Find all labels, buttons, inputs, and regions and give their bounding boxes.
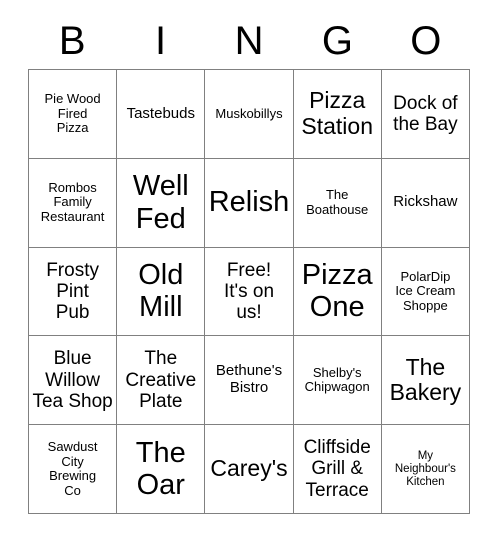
bingo-cell-label: Bethune's Bistro [215,362,283,397]
bingo-cell-n4[interactable]: Bethune's Bistro [205,336,294,426]
bingo-cell-label: Cliffside Grill & Terrace [303,437,371,501]
bingo-header-letter-i: I [155,18,167,63]
bingo-cell-label: Frosty Pint Pub [46,259,99,324]
bingo-cell-label: PolarDip Ice Cream Shoppe [395,268,456,313]
bingo-cell-label: Relish [208,186,290,219]
bingo-cell-label: Rombos Family Restaurant [40,179,105,224]
bingo-cell-o2[interactable]: Rickshaw [381,158,470,248]
bingo-cell-label: The Creative Plate [125,348,197,412]
bingo-cell-g4[interactable]: Shelby's Chipwagon [293,336,382,426]
bingo-cell-label: The Oar [135,436,186,502]
bingo-header-row: B I N G O [28,12,470,69]
bingo-header-letter-o: O [410,18,442,63]
bingo-cell-g1[interactable]: Pizza Station [293,70,382,159]
bingo-cell-o4[interactable]: The Bakery [381,336,470,426]
bingo-cell-label: Tastebuds [126,104,195,122]
bingo-cell-i2[interactable]: Well Fed [117,158,206,248]
bingo-cell-label: Carey's [210,455,288,482]
bingo-cell-n1[interactable]: Muskobillys [205,70,294,159]
bingo-cell-label: Well Fed [132,170,189,235]
bingo-cell-label: Free! It's on us! [223,259,275,324]
bingo-cell-o1[interactable]: Dock of the Bay [381,70,470,159]
bingo-cell-b1[interactable]: Pie Wood Fired Pizza [29,70,118,159]
bingo-cell-g2[interactable]: The Boathouse [293,158,382,248]
bingo-cell-i5[interactable]: The Oar [117,425,206,514]
bingo-cell-i1[interactable]: Tastebuds [117,70,206,159]
bingo-cell-o5[interactable]: My Neighbour's Kitchen [381,425,470,514]
bingo-cell-free-space[interactable]: Free! It's on us! [205,247,294,337]
bingo-cell-n5[interactable]: Carey's [205,425,294,514]
bingo-cell-i4[interactable]: The Creative Plate [117,336,206,426]
bingo-cell-b4[interactable]: Blue Willow Tea Shop [29,336,118,426]
bingo-header-letter-n: N [234,18,264,63]
bingo-cell-o3[interactable]: PolarDip Ice Cream Shoppe [381,247,470,337]
bingo-cell-label: Pie Wood Fired Pizza [44,91,101,136]
bingo-cell-label: Muskobillys [215,105,283,121]
bingo-cell-b2[interactable]: Rombos Family Restaurant [29,158,118,248]
bingo-cell-label: The Boathouse [306,187,369,217]
bingo-grid: Pie Wood Fired Pizza Tastebuds Muskobillys… [28,69,470,514]
bingo-header-letter-b: B [58,18,86,63]
bingo-cell-g3[interactable]: Pizza One [293,247,382,337]
bingo-cell-g5[interactable]: Cliffside Grill & Terrace [293,425,382,514]
bingo-cell-label: Sawdust City Brewing Co [47,439,98,498]
bingo-cell-label: Blue Willow Tea Shop [32,348,113,412]
bingo-cell-label: Old Mill [138,259,184,324]
bingo-cell-label: Pizza One [301,259,373,324]
bingo-cell-b5[interactable]: Sawdust City Brewing Co [29,425,118,514]
bingo-card: B I N G O Pie Wood Fired Pizza Tastebuds M… [0,0,500,544]
bingo-cell-label: Rickshaw [393,193,458,211]
bingo-cell-label: Shelby's Chipwagon [304,364,370,395]
bingo-cell-label: The Bakery [389,353,462,406]
bingo-cell-b3[interactable]: Frosty Pint Pub [29,247,118,337]
bingo-cell-label: Pizza Station [301,87,373,139]
bingo-cell-i3[interactable]: Old Mill [117,247,206,337]
bingo-header-letter-g: G [321,18,353,63]
bingo-cell-label: My Neighbour's Kitchen [394,449,456,488]
bingo-cell-label: Dock of the Bay [393,92,458,135]
bingo-cell-n2[interactable]: Relish [205,158,294,248]
